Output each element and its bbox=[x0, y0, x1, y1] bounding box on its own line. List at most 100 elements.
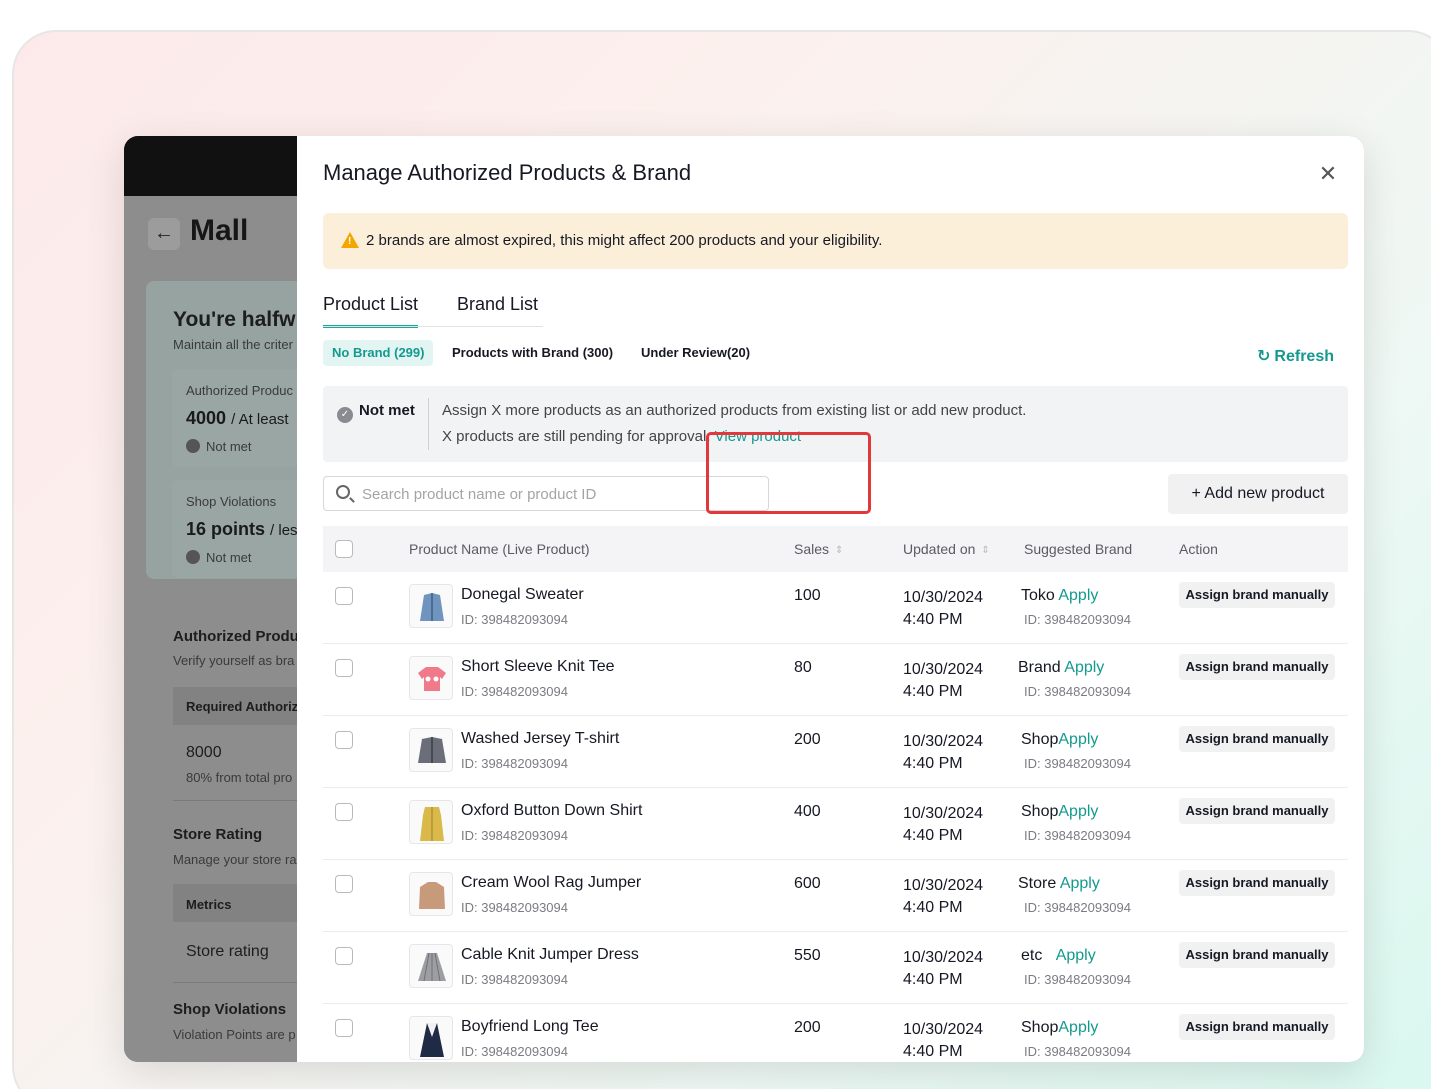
apply-link[interactable]: Apply bbox=[1060, 875, 1100, 892]
assign-brand-button[interactable]: Assign brand manually bbox=[1179, 1014, 1335, 1040]
updated-on: 10/30/2024 4:40 PM bbox=[903, 805, 984, 844]
updated-on: 10/30/2024 4:40 PM bbox=[903, 877, 984, 916]
manage-authorized-modal: Manage Authorized Products & Brand ✕ ! 2… bbox=[297, 136, 1364, 1062]
authorized-products-status: Not met bbox=[186, 439, 252, 454]
search-input[interactable] bbox=[362, 482, 752, 506]
updated-on: 10/30/2024 4:40 PM bbox=[903, 1021, 984, 1060]
shop-violations-sub: Violation Points are p bbox=[173, 1027, 296, 1042]
assign-brand-button[interactable]: Assign brand manually bbox=[1179, 654, 1335, 680]
column-sales[interactable]: Sales ⇕ bbox=[794, 541, 843, 557]
shop-violations-label: Shop Violations bbox=[186, 494, 277, 509]
table-row: Washed Jersey T-shirt ID: 398482093094 2… bbox=[323, 716, 1348, 788]
row-checkbox[interactable] bbox=[335, 659, 353, 677]
authorized-products-section-sub: Verify yourself as bra bbox=[173, 653, 295, 668]
product-name: Boyfriend Long Tee bbox=[461, 1018, 599, 1035]
assign-brand-button[interactable]: Assign brand manually bbox=[1179, 870, 1335, 896]
assign-brand-button[interactable]: Assign brand manually bbox=[1179, 582, 1335, 608]
column-suggested-brand: Suggested Brand bbox=[1024, 541, 1133, 557]
authorized-products-label: Authorized Produc bbox=[186, 383, 293, 398]
check-circle-icon bbox=[186, 550, 200, 564]
suggested-brand: Toko Apply bbox=[1021, 587, 1099, 604]
product-name: Cream Wool Rag Jumper bbox=[461, 874, 642, 891]
product-name: Short Sleeve Knit Tee bbox=[461, 658, 615, 675]
brand-id: ID: 398482093094 bbox=[1024, 1044, 1131, 1059]
brand-id: ID: 398482093094 bbox=[1024, 828, 1131, 843]
apply-link[interactable]: Apply bbox=[1058, 803, 1098, 820]
app-window: ← Mall You're halfw Maintain all the cri… bbox=[124, 136, 1364, 1062]
modal-title: Manage Authorized Products & Brand bbox=[323, 160, 692, 185]
row-checkbox[interactable] bbox=[335, 1019, 353, 1037]
suggested-brand: Brand Apply bbox=[1018, 659, 1105, 676]
warning-icon: ! bbox=[341, 232, 359, 248]
sales-value: 100 bbox=[794, 587, 821, 604]
assign-brand-button[interactable]: Assign brand manually bbox=[1179, 726, 1335, 752]
table-header: Product Name (Live Product) Sales ⇕ Updat… bbox=[323, 526, 1348, 572]
row-checkbox[interactable] bbox=[335, 731, 353, 749]
assign-brand-button[interactable]: Assign brand manually bbox=[1179, 942, 1335, 968]
updated-on: 10/30/2024 4:40 PM bbox=[903, 949, 984, 988]
row-checkbox[interactable] bbox=[335, 947, 353, 965]
row-checkbox[interactable] bbox=[335, 587, 353, 605]
product-id: ID: 398482093094 bbox=[461, 972, 568, 987]
table-row: Cable Knit Jumper Dress ID: 398482093094… bbox=[323, 932, 1348, 1004]
table-row: Cream Wool Rag Jumper ID: 398482093094 6… bbox=[323, 860, 1348, 932]
outer-frame: ← Mall You're halfw Maintain all the cri… bbox=[12, 30, 1431, 1089]
required-value-sub: 80% from total pro bbox=[186, 770, 293, 785]
brand-id: ID: 398482093094 bbox=[1024, 684, 1131, 699]
column-updated-on[interactable]: Updated on ⇕ bbox=[903, 541, 990, 557]
updated-on: 10/30/2024 4:40 PM bbox=[903, 589, 984, 628]
alert-text: 2 brands are almost expired, this might … bbox=[366, 232, 883, 249]
product-thumbnail bbox=[409, 656, 453, 700]
progress-subheading: Maintain all the criter bbox=[173, 337, 293, 352]
filter-products-with-brand[interactable]: Products with Brand (300) bbox=[452, 340, 613, 366]
suggested-brand: ShopApply bbox=[1021, 731, 1099, 748]
tab-divider bbox=[323, 326, 543, 327]
sort-icon: ⇕ bbox=[981, 545, 990, 556]
table-header-label: Required Authoriz bbox=[186, 699, 297, 714]
apply-link[interactable]: Apply bbox=[1064, 659, 1104, 676]
product-thumbnail bbox=[409, 728, 453, 772]
brand-id: ID: 398482093094 bbox=[1024, 756, 1131, 771]
suggested-brand: Store Apply bbox=[1018, 875, 1100, 892]
apply-link[interactable]: Apply bbox=[1058, 587, 1098, 604]
sales-value: 400 bbox=[794, 803, 821, 820]
updated-on: 10/30/2024 4:40 PM bbox=[903, 661, 984, 700]
table-row: Oxford Button Down Shirt ID: 39848209309… bbox=[323, 788, 1348, 860]
filter-no-brand[interactable]: No Brand (299) bbox=[323, 340, 434, 366]
authorized-products-section-title: Authorized Produ bbox=[173, 628, 297, 645]
sales-value: 550 bbox=[794, 947, 821, 964]
shop-violations-status: Not met bbox=[186, 550, 252, 565]
select-all-checkbox[interactable] bbox=[335, 540, 353, 558]
column-product-name: Product Name (Live Product) bbox=[409, 541, 590, 557]
expiry-alert: ! 2 brands are almost expired, this migh… bbox=[323, 213, 1348, 269]
assign-brand-button[interactable]: Assign brand manually bbox=[1179, 798, 1335, 824]
row-checkbox[interactable] bbox=[335, 803, 353, 821]
close-icon[interactable]: ✕ bbox=[1314, 160, 1342, 188]
product-thumbnail bbox=[409, 944, 453, 988]
check-circle-icon: ✓ bbox=[337, 407, 353, 423]
brand-id: ID: 398482093094 bbox=[1024, 612, 1131, 627]
background-page: ← Mall You're halfw Maintain all the cri… bbox=[124, 136, 297, 1062]
apply-link[interactable]: Apply bbox=[1056, 947, 1096, 964]
shop-violations-value: 16 points / less bbox=[186, 519, 297, 539]
suggested-brand: ShopApply bbox=[1021, 1019, 1099, 1036]
apply-link[interactable]: Apply bbox=[1058, 731, 1098, 748]
table-row: Short Sleeve Knit Tee ID: 398482093094 8… bbox=[323, 644, 1348, 716]
brand-id: ID: 398482093094 bbox=[1024, 900, 1131, 915]
product-id: ID: 398482093094 bbox=[461, 612, 568, 627]
check-circle-icon bbox=[186, 439, 200, 453]
refresh-icon: ↻ bbox=[1257, 348, 1271, 365]
sales-value: 200 bbox=[794, 1019, 821, 1036]
tab-product-list[interactable]: Product List bbox=[323, 294, 419, 328]
updated-on: 10/30/2024 4:40 PM bbox=[903, 733, 984, 772]
tab-brand-list[interactable]: Brand List bbox=[457, 294, 538, 315]
sort-icon: ⇕ bbox=[835, 545, 844, 556]
apply-link[interactable]: Apply bbox=[1058, 1019, 1098, 1036]
refresh-button[interactable]: ↻ Refresh bbox=[1257, 346, 1334, 366]
back-arrow-icon[interactable]: ← bbox=[148, 218, 180, 250]
column-action: Action bbox=[1179, 541, 1218, 557]
filter-under-review[interactable]: Under Review(20) bbox=[641, 340, 750, 366]
suggested-brand: ShopApply bbox=[1021, 803, 1099, 820]
row-checkbox[interactable] bbox=[335, 875, 353, 893]
add-new-product-button[interactable]: + Add new product bbox=[1168, 474, 1348, 514]
